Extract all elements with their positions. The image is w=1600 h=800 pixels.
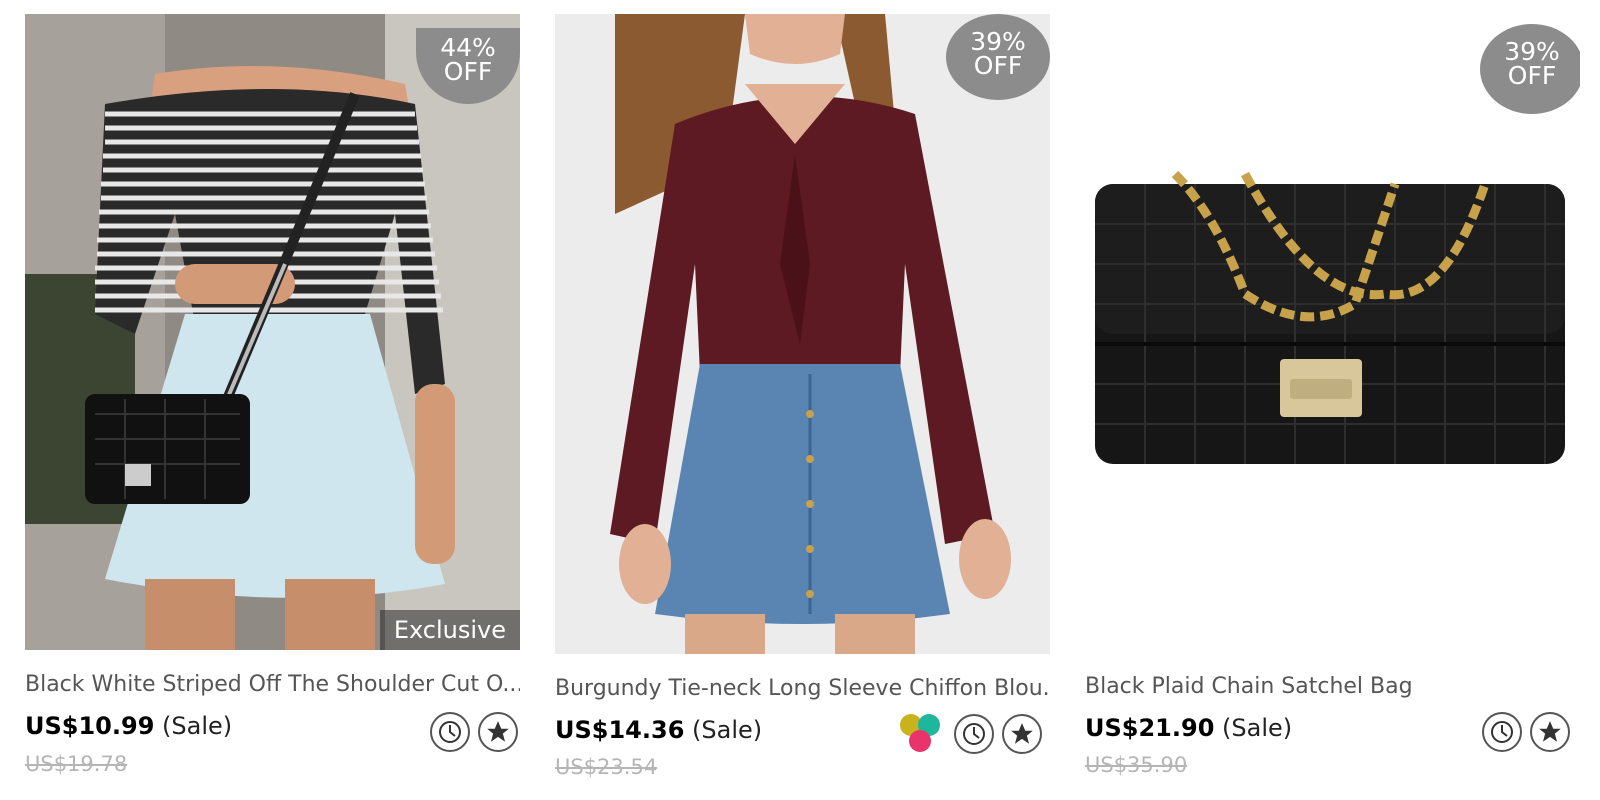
product-image[interactable]: 39% OFF	[555, 14, 1050, 654]
original-price: US$19.78	[25, 752, 128, 776]
price-note: (Sale)	[692, 716, 763, 744]
star-icon[interactable]	[478, 712, 518, 752]
swatch-pink[interactable]	[909, 730, 931, 752]
discount-off: OFF	[443, 57, 493, 86]
product-actions	[1482, 710, 1570, 754]
product-price: US$21.90 (Sale)	[1085, 714, 1292, 742]
clock-icon[interactable]	[1482, 712, 1522, 752]
clock-icon[interactable]	[954, 714, 994, 754]
discount-off: OFF	[1507, 61, 1557, 90]
product-actions	[900, 712, 1042, 756]
product-card[interactable]: 39% OFF Burgundy Tie-neck Long Sleeve Ch…	[555, 0, 1055, 800]
sale-price: US$14.36	[555, 716, 685, 744]
original-price: US$23.54	[555, 755, 658, 779]
product-actions	[430, 710, 518, 754]
discount-off: OFF	[973, 51, 1023, 80]
product-image[interactable]: 44% OFF Exclusive	[25, 14, 520, 650]
star-icon[interactable]	[1002, 714, 1042, 754]
product-image[interactable]: 39% OFF	[1085, 14, 1580, 654]
sale-price: US$21.90	[1085, 714, 1215, 742]
product-card[interactable]: 44% OFF Exclusive Black White Striped Of…	[25, 0, 525, 800]
price-note: (Sale)	[162, 712, 233, 740]
star-icon[interactable]	[1530, 712, 1570, 752]
product-title[interactable]: Black Plaid Chain Satchel Bag	[1085, 674, 1580, 699]
product-price: US$10.99 (Sale)	[25, 712, 232, 740]
sale-price: US$10.99	[25, 712, 155, 740]
original-price: US$35.90	[1085, 753, 1188, 777]
price-note: (Sale)	[1222, 714, 1293, 742]
product-card[interactable]: 39% OFF Black Plaid Chain Satchel Bag US…	[1085, 0, 1585, 800]
discount-badge: 39% OFF	[946, 14, 1050, 100]
product-title[interactable]: Black White Striped Off The Shoulder Cut…	[25, 672, 520, 697]
clock-icon[interactable]	[430, 712, 470, 752]
discount-badge: 39% OFF	[1480, 24, 1580, 114]
exclusive-tag: Exclusive	[379, 610, 520, 650]
product-title[interactable]: Burgundy Tie-neck Long Sleeve Chiffon Bl…	[555, 676, 1050, 701]
product-price: US$14.36 (Sale)	[555, 716, 762, 744]
color-swatches[interactable]	[900, 712, 944, 756]
